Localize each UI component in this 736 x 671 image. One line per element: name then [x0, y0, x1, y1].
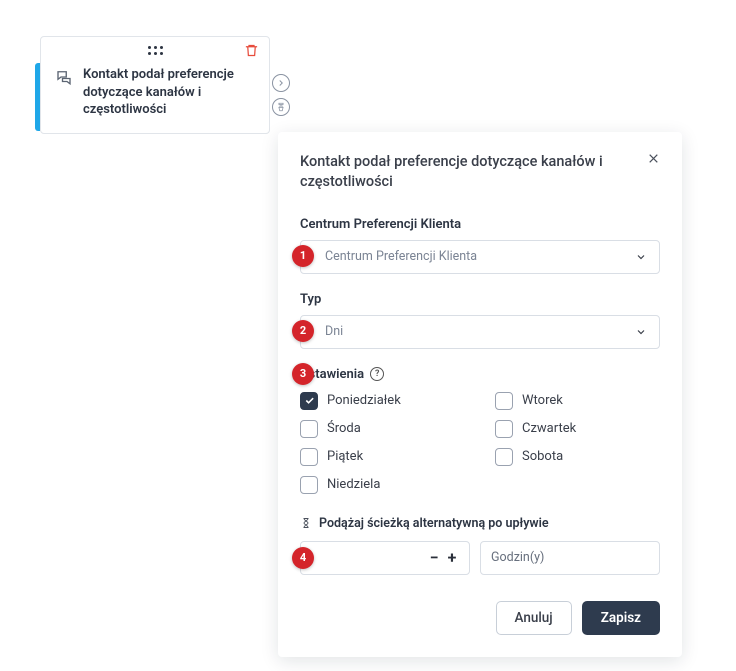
- day-label: Poniedziałek: [327, 393, 401, 408]
- preference-center-group: Centrum Preferencji Klienta 1 Centrum Pr…: [300, 217, 660, 274]
- help-icon[interactable]: ?: [370, 367, 384, 381]
- day-option[interactable]: Czwartek: [495, 420, 660, 438]
- day-option[interactable]: Niedziela: [300, 476, 465, 494]
- close-icon[interactable]: [647, 152, 660, 165]
- node-toolbar: [41, 37, 269, 60]
- node-output-ports: [272, 74, 290, 116]
- save-button[interactable]: Zapisz: [582, 601, 660, 635]
- checkbox[interactable]: [495, 392, 513, 410]
- preference-center-label: Centrum Preferencji Klienta: [300, 217, 660, 232]
- checkbox[interactable]: [495, 448, 513, 466]
- delete-icon[interactable]: [244, 43, 259, 58]
- panel-header: Kontakt podał preferencje dotyczące kana…: [300, 152, 660, 193]
- increment-button[interactable]: +: [443, 548, 461, 567]
- settings-panel: Kontakt podał preferencje dotyczące kana…: [278, 132, 682, 657]
- day-label: Piątek: [327, 449, 363, 464]
- decrement-button[interactable]: −: [425, 548, 443, 567]
- step-badge-1: 1: [292, 245, 314, 267]
- checkbox[interactable]: [300, 476, 318, 494]
- days-grid: Poniedziałek Wtorek Środa Czwartek Piątek Sob…: [300, 390, 660, 498]
- time-unit-select[interactable]: Godzin(y): [480, 541, 660, 575]
- settings-group: 3 Ustawienia ? PoniedziałekWtorekŚrodaCz…: [300, 367, 660, 498]
- day-label: Sobota: [522, 449, 563, 464]
- preference-center-select[interactable]: Centrum Preferencji Klienta: [300, 240, 660, 274]
- node-title: Kontakt podał preferencje dotyczące kana…: [83, 66, 255, 119]
- node-body: Kontakt podał preferencje dotyczące kana…: [41, 60, 269, 133]
- drag-handle-icon[interactable]: [148, 46, 162, 56]
- workflow-node[interactable]: Kontakt podał preferencje dotyczące kana…: [40, 36, 270, 134]
- step-badge-3: 3: [292, 363, 314, 385]
- day-label: Wtorek: [522, 393, 563, 408]
- day-label: Czwartek: [522, 421, 576, 436]
- chevron-down-icon: [635, 326, 647, 338]
- chevron-down-icon: [635, 251, 647, 263]
- alt-path-label: Podążaj ścieżką alternatywną po upływie: [300, 516, 660, 531]
- day-option[interactable]: Środa: [300, 420, 465, 438]
- type-label: Typ: [300, 292, 660, 307]
- day-option[interactable]: Wtorek: [495, 392, 660, 410]
- settings-label: Ustawienia ?: [300, 367, 660, 382]
- checkbox[interactable]: [300, 448, 318, 466]
- day-label: Środa: [327, 421, 361, 436]
- time-amount-stepper[interactable]: − +: [300, 541, 470, 575]
- panel-title: Kontakt podał preferencje dotyczące kana…: [300, 152, 620, 193]
- type-select[interactable]: Dni: [300, 315, 660, 349]
- step-badge-4: 4: [292, 547, 314, 569]
- alt-path-group: Podążaj ścieżką alternatywną po upływie …: [300, 516, 660, 575]
- day-option[interactable]: Sobota: [495, 448, 660, 466]
- time-unit-value: Godzin(y): [491, 550, 544, 565]
- checkbox[interactable]: [300, 420, 318, 438]
- type-group: Typ 2 Dni: [300, 292, 660, 349]
- cancel-button[interactable]: Anuluj: [496, 601, 572, 635]
- alt-path-row: 4 − + Godzin(y): [300, 541, 660, 575]
- hourglass-icon: [300, 516, 312, 530]
- alt-port-icon[interactable]: [272, 98, 290, 116]
- day-option[interactable]: Piątek: [300, 448, 465, 466]
- alt-path-label-text: Podążaj ścieżką alternatywną po upływie: [319, 516, 549, 531]
- checkbox[interactable]: [300, 392, 318, 410]
- node-accent: [35, 63, 40, 131]
- day-option[interactable]: Poniedziałek: [300, 392, 465, 410]
- step-badge-2: 2: [292, 320, 314, 342]
- preferences-icon: [55, 66, 73, 86]
- day-label: Niedziela: [327, 477, 380, 492]
- checkbox[interactable]: [495, 420, 513, 438]
- type-value: Dni: [325, 324, 343, 339]
- continue-port-icon[interactable]: [272, 74, 290, 92]
- preference-center-value: Centrum Preferencji Klienta: [325, 249, 477, 264]
- panel-footer: Anuluj Zapisz: [300, 601, 660, 635]
